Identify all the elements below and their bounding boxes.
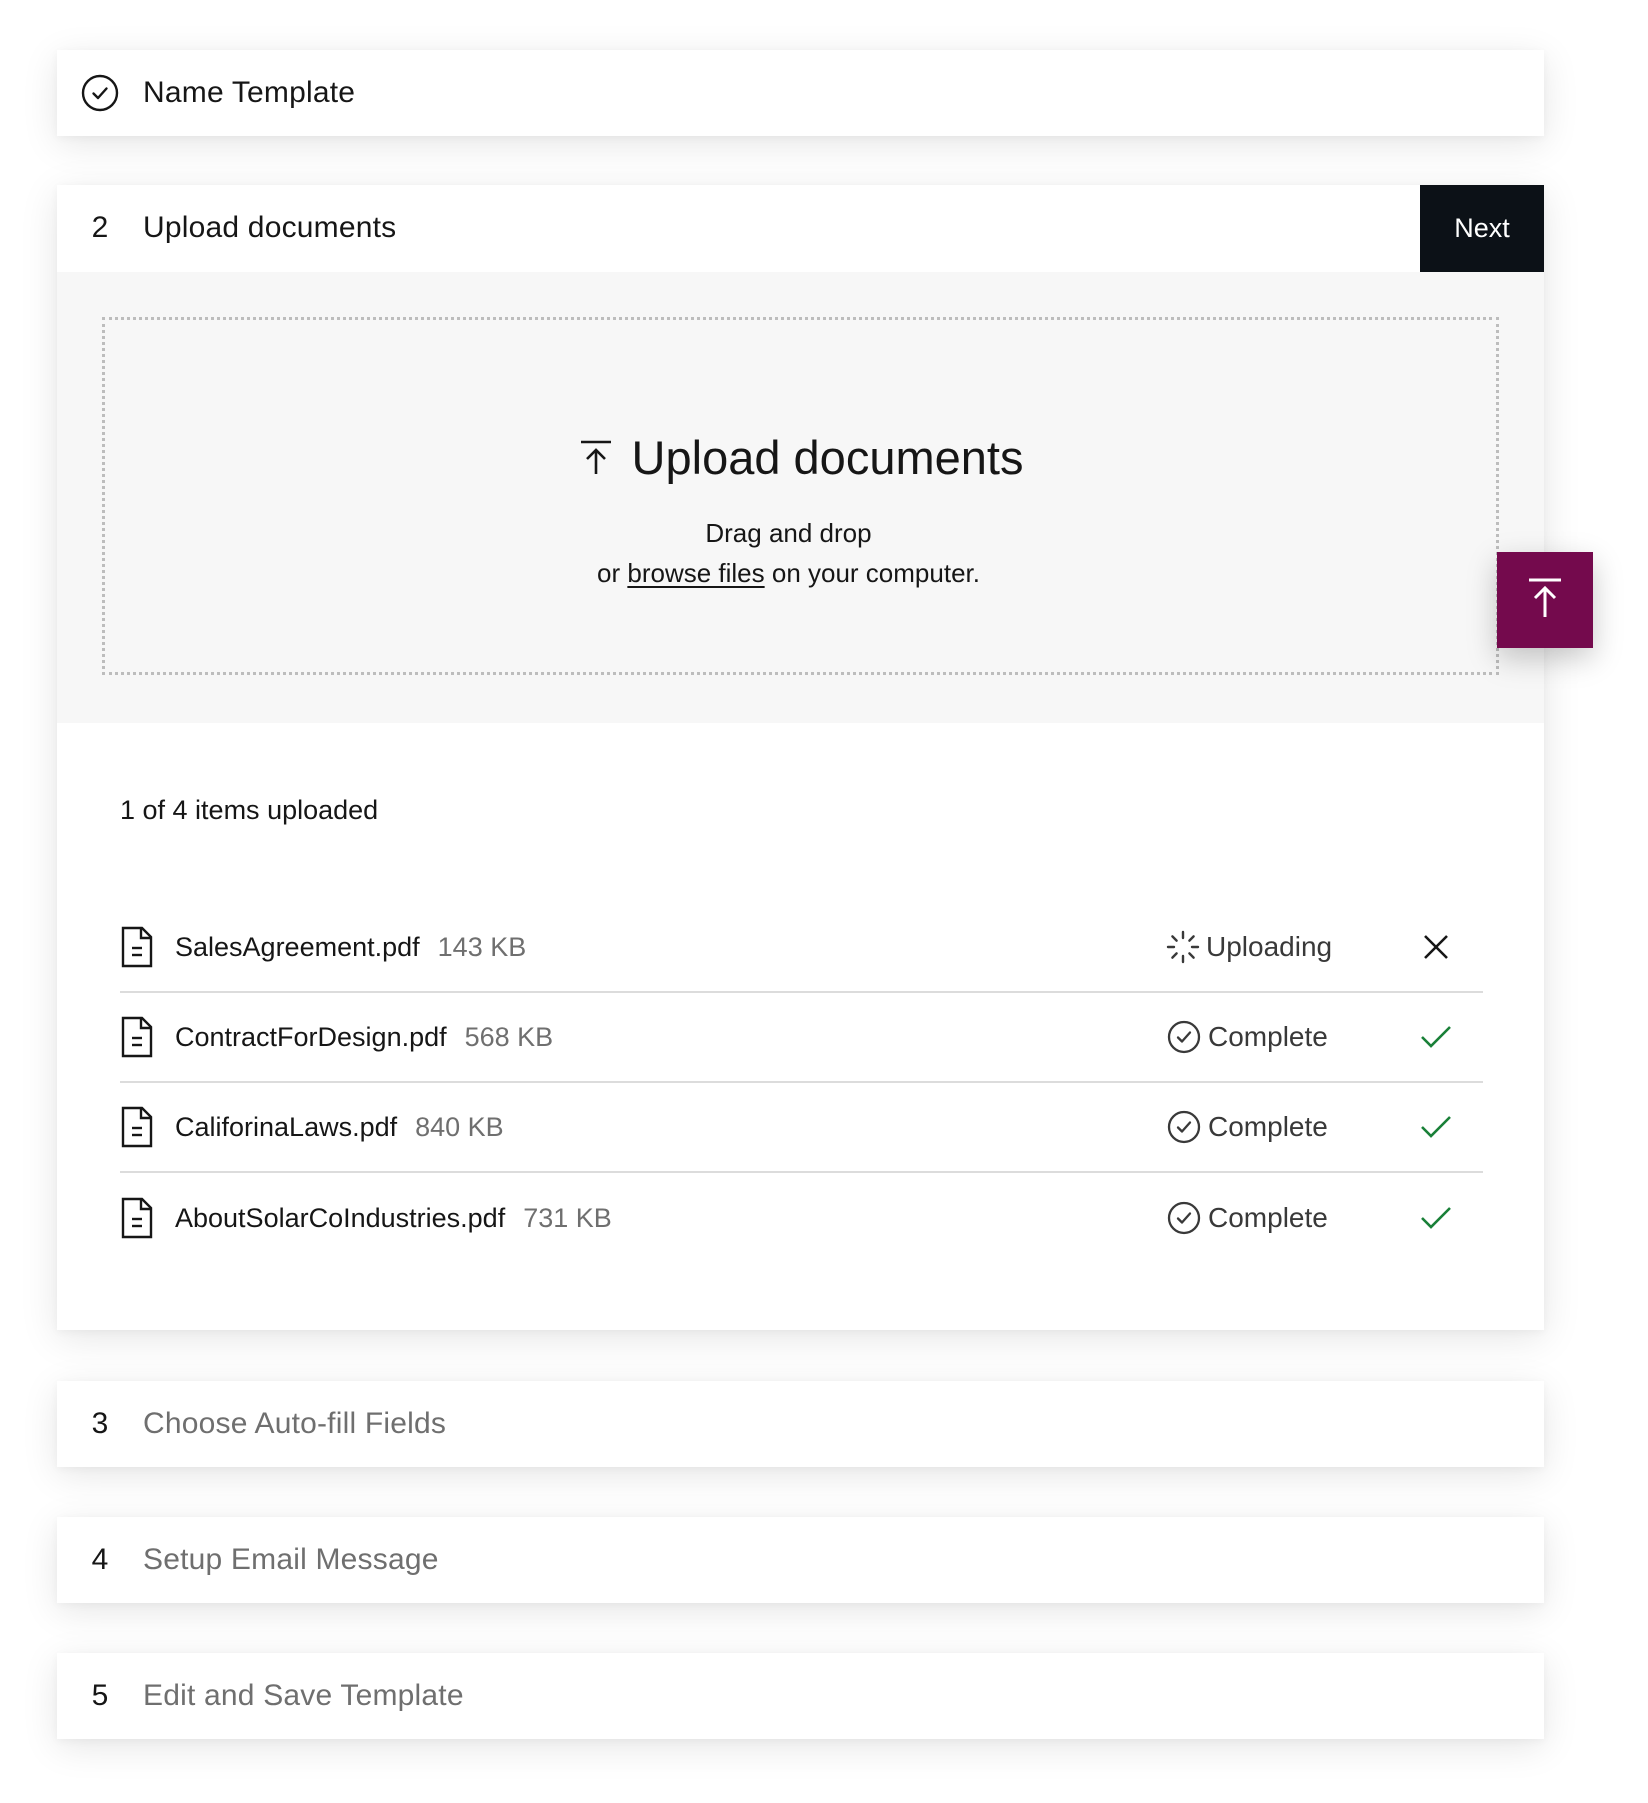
dropzone-prefix: or [597,558,628,588]
file-size: 840 KB [415,1111,504,1142]
file-dropzone[interactable]: Upload documents Drag and drop or browse… [102,317,1499,675]
step-number: 3 [91,1407,109,1440]
checkmark-icon [1416,1017,1456,1057]
step-choose-auto-fill-fields[interactable]: 3 Choose Auto-fill Fields [57,1381,1544,1467]
spinner-icon [1166,930,1200,964]
step-upload-documents: 2 Upload documents Next Upload documents… [57,185,1544,1330]
file-name: AboutSolarCoIndustries.pdf [175,1202,506,1233]
upload-fab-button[interactable] [1497,552,1593,648]
step-header[interactable]: 4 Setup Email Message [57,1517,1544,1603]
upload-summary: 1 of 4 items uploaded [120,795,379,825]
file-size: 568 KB [464,1021,554,1052]
file-name: CaliforinaLaws.pdf [175,1111,398,1142]
file-status-label: Uploading [1206,931,1333,962]
check-circle-icon [1166,1019,1202,1055]
check-circle-icon [57,73,143,113]
dropzone-suffix: on your computer. [764,558,980,588]
file-row: CaliforinaLaws.pdf 840 KB Complete [120,1083,1483,1173]
step-header[interactable]: 3 Choose Auto-fill Fields [57,1381,1544,1467]
dropzone-heading: Upload documents [105,430,1496,485]
file-status-label: Complete [1208,1111,1328,1142]
dropzone-instruction-browse: or browse files on your computer. [93,558,1484,589]
browse-files-link[interactable]: browse files [627,558,764,588]
file-status: Complete [1166,1200,1328,1236]
file-name: SalesAgreement.pdf [175,931,420,962]
step-title: Name Template [143,76,356,109]
document-icon [120,1197,156,1239]
document-icon [120,926,156,968]
upload-icon [578,438,614,478]
document-icon [120,1016,156,1058]
close-icon[interactable] [1416,927,1456,967]
check-circle-icon [1166,1109,1202,1145]
file-status: Complete [1166,1019,1328,1055]
file-row: ContractForDesign.pdf 568 KB Complete [120,993,1483,1083]
step-number: 4 [91,1543,109,1576]
file-status-label: Complete [1208,1202,1328,1233]
step-setup-email-message[interactable]: 4 Setup Email Message [57,1517,1544,1603]
file-status: Complete [1166,1109,1328,1145]
step-edit-and-save-template[interactable]: 5 Edit and Save Template [57,1653,1544,1739]
file-size: 143 KB [437,931,527,962]
next-button[interactable]: Next [1420,185,1544,272]
step-title: Setup Email Message [143,1543,439,1576]
step-title: Edit and Save Template [143,1679,464,1712]
file-size: 731 KB [523,1202,612,1233]
file-name: ContractForDesign.pdf [175,1021,447,1052]
step-header[interactable]: 2 Upload documents [57,185,1544,271]
file-row: AboutSolarCoIndustries.pdf 731 KB Comple… [120,1173,1483,1263]
step-number: 5 [91,1679,109,1712]
step-header[interactable]: Name Template [57,50,1544,136]
step-name-template[interactable]: Name Template [57,50,1544,136]
checkmark-icon [1416,1107,1456,1147]
step-title: Choose Auto-fill Fields [143,1407,447,1440]
document-icon [120,1106,156,1148]
step-header[interactable]: 5 Edit and Save Template [57,1653,1544,1739]
file-list: SalesAgreement.pdf 143 KB Uploading Cont… [120,903,1483,1263]
upload-arrow-icon [1527,577,1563,624]
file-status: Uploading [1166,930,1332,964]
checkmark-icon [1416,1198,1456,1238]
dropzone-instruction: Drag and drop [705,518,872,548]
step-number: 2 [91,211,109,244]
check-circle-icon [1166,1200,1202,1236]
file-row: SalesAgreement.pdf 143 KB Uploading [120,903,1483,993]
step-title: Upload documents [143,211,397,244]
drop-region: Upload documents Drag and drop or browse… [57,272,1544,723]
file-status-label: Complete [1208,1021,1328,1052]
dropzone-heading-text: Upload documents [631,431,1024,484]
